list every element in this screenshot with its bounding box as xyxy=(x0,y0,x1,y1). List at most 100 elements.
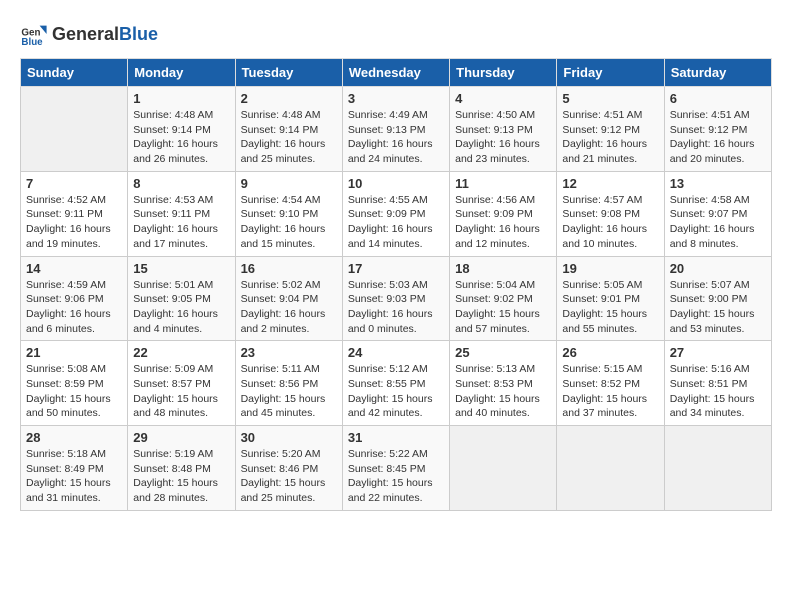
calendar-cell: 5 Sunrise: 4:51 AMSunset: 9:12 PMDaylight… xyxy=(557,87,664,172)
day-info: Sunrise: 5:15 AMSunset: 8:52 PMDaylight:… xyxy=(562,362,658,421)
day-info: Sunrise: 4:57 AMSunset: 9:08 PMDaylight:… xyxy=(562,193,658,252)
day-info: Sunrise: 5:07 AMSunset: 9:00 PMDaylight:… xyxy=(670,278,766,337)
calendar-cell: 13Sunrise: 4:58 AMSunset: 9:07 PMDayligh… xyxy=(664,171,771,256)
header-row: SundayMondayTuesdayWednesdayThursdayFrid… xyxy=(21,59,772,87)
calendar-cell: 31Sunrise: 5:22 AMSunset: 8:45 PMDayligh… xyxy=(342,426,449,511)
day-number: 21 xyxy=(26,345,122,360)
day-number: 20 xyxy=(670,261,766,276)
calendar-cell: 20 Sunrise: 5:07 AMSunset: 9:00 PMDayligh… xyxy=(664,256,771,341)
day-number: 4 xyxy=(455,91,551,106)
day-number: 1 xyxy=(133,91,229,106)
calendar-cell: 7Sunrise: 4:52 AMSunset: 9:11 PMDaylight… xyxy=(21,171,128,256)
day-info: Sunrise: 4:51 AMSunset: 9:12 PMDaylight:… xyxy=(562,108,658,167)
calendar-cell: 27Sunrise: 5:16 AMSunset: 8:51 PMDayligh… xyxy=(664,341,771,426)
day-number: 5 xyxy=(562,91,658,106)
day-info: Sunrise: 5:08 AMSunset: 8:59 PMDaylight:… xyxy=(26,362,122,421)
day-info: Sunrise: 4:58 AMSunset: 9:07 PMDaylight:… xyxy=(670,193,766,252)
day-number: 26 xyxy=(562,345,658,360)
calendar-cell: 30Sunrise: 5:20 AMSunset: 8:46 PMDayligh… xyxy=(235,426,342,511)
calendar-cell: 1 Sunrise: 4:48 AMSunset: 9:14 PMDaylight… xyxy=(128,87,235,172)
day-info: Sunrise: 4:50 AMSunset: 9:13 PMDaylight:… xyxy=(455,108,551,167)
day-info: Sunrise: 4:52 AMSunset: 9:11 PMDaylight:… xyxy=(26,193,122,252)
day-number: 18 xyxy=(455,261,551,276)
day-number: 17 xyxy=(348,261,444,276)
day-info: Sunrise: 5:09 AMSunset: 8:57 PMDaylight:… xyxy=(133,362,229,421)
day-info: Sunrise: 4:59 AMSunset: 9:06 PMDaylight:… xyxy=(26,278,122,337)
day-number: 19 xyxy=(562,261,658,276)
calendar-cell: 26 Sunrise: 5:15 AMSunset: 8:52 PMDayligh… xyxy=(557,341,664,426)
day-number: 3 xyxy=(348,91,444,106)
week-row-4: 21 Sunrise: 5:08 AMSunset: 8:59 PMDayligh… xyxy=(21,341,772,426)
column-header-sunday: Sunday xyxy=(21,59,128,87)
calendar-cell: 8Sunrise: 4:53 AMSunset: 9:11 PMDaylight… xyxy=(128,171,235,256)
day-info: Sunrise: 5:11 AMSunset: 8:56 PMDaylight:… xyxy=(241,362,337,421)
day-info: Sunrise: 4:51 AMSunset: 9:12 PMDaylight:… xyxy=(670,108,766,167)
calendar-cell: 10Sunrise: 4:55 AMSunset: 9:09 PMDayligh… xyxy=(342,171,449,256)
calendar-cell: 29 Sunrise: 5:19 AMSunset: 8:48 PMDayligh… xyxy=(128,426,235,511)
calendar-table: SundayMondayTuesdayWednesdayThursdayFrid… xyxy=(20,58,772,511)
week-row-5: 28 Sunrise: 5:18 AMSunset: 8:49 PMDayligh… xyxy=(21,426,772,511)
logo-general-text: General xyxy=(52,24,119,44)
day-info: Sunrise: 5:22 AMSunset: 8:45 PMDaylight:… xyxy=(348,447,444,506)
calendar-cell: 28 Sunrise: 5:18 AMSunset: 8:49 PMDayligh… xyxy=(21,426,128,511)
day-info: Sunrise: 4:48 AMSunset: 9:14 PMDaylight:… xyxy=(133,108,229,167)
column-header-wednesday: Wednesday xyxy=(342,59,449,87)
day-number: 9 xyxy=(241,176,337,191)
day-number: 24 xyxy=(348,345,444,360)
calendar-cell: 23 Sunrise: 5:11 AMSunset: 8:56 PMDayligh… xyxy=(235,341,342,426)
calendar-cell: 15 Sunrise: 5:01 AMSunset: 9:05 PMDayligh… xyxy=(128,256,235,341)
calendar-cell: 4 Sunrise: 4:50 AMSunset: 9:13 PMDaylight… xyxy=(450,87,557,172)
day-number: 29 xyxy=(133,430,229,445)
day-info: Sunrise: 5:02 AMSunset: 9:04 PMDaylight:… xyxy=(241,278,337,337)
day-number: 11 xyxy=(455,176,551,191)
day-info: Sunrise: 5:04 AMSunset: 9:02 PMDaylight:… xyxy=(455,278,551,337)
calendar-cell xyxy=(450,426,557,511)
svg-text:Blue: Blue xyxy=(21,37,43,48)
column-header-monday: Monday xyxy=(128,59,235,87)
day-number: 28 xyxy=(26,430,122,445)
day-info: Sunrise: 4:53 AMSunset: 9:11 PMDaylight:… xyxy=(133,193,229,252)
day-number: 23 xyxy=(241,345,337,360)
week-row-3: 14Sunrise: 4:59 AMSunset: 9:06 PMDayligh… xyxy=(21,256,772,341)
day-info: Sunrise: 5:18 AMSunset: 8:49 PMDaylight:… xyxy=(26,447,122,506)
calendar-cell: 12 Sunrise: 4:57 AMSunset: 9:08 PMDayligh… xyxy=(557,171,664,256)
week-row-1: 1 Sunrise: 4:48 AMSunset: 9:14 PMDaylight… xyxy=(21,87,772,172)
day-info: Sunrise: 5:05 AMSunset: 9:01 PMDaylight:… xyxy=(562,278,658,337)
calendar-cell: 22 Sunrise: 5:09 AMSunset: 8:57 PMDayligh… xyxy=(128,341,235,426)
day-info: Sunrise: 4:54 AMSunset: 9:10 PMDaylight:… xyxy=(241,193,337,252)
day-number: 6 xyxy=(670,91,766,106)
column-header-saturday: Saturday xyxy=(664,59,771,87)
day-info: Sunrise: 5:01 AMSunset: 9:05 PMDaylight:… xyxy=(133,278,229,337)
day-info: Sunrise: 5:03 AMSunset: 9:03 PMDaylight:… xyxy=(348,278,444,337)
calendar-cell: 11 Sunrise: 4:56 AMSunset: 9:09 PMDayligh… xyxy=(450,171,557,256)
calendar-cell: 17 Sunrise: 5:03 AMSunset: 9:03 PMDayligh… xyxy=(342,256,449,341)
day-info: Sunrise: 5:12 AMSunset: 8:55 PMDaylight:… xyxy=(348,362,444,421)
day-number: 10 xyxy=(348,176,444,191)
calendar-cell xyxy=(21,87,128,172)
day-number: 25 xyxy=(455,345,551,360)
calendar-cell xyxy=(557,426,664,511)
day-number: 16 xyxy=(241,261,337,276)
day-number: 15 xyxy=(133,261,229,276)
day-info: Sunrise: 4:48 AMSunset: 9:14 PMDaylight:… xyxy=(241,108,337,167)
day-info: Sunrise: 4:49 AMSunset: 9:13 PMDaylight:… xyxy=(348,108,444,167)
day-info: Sunrise: 5:16 AMSunset: 8:51 PMDaylight:… xyxy=(670,362,766,421)
calendar-cell: 3 Sunrise: 4:49 AMSunset: 9:13 PMDaylight… xyxy=(342,87,449,172)
day-number: 22 xyxy=(133,345,229,360)
day-info: Sunrise: 5:19 AMSunset: 8:48 PMDaylight:… xyxy=(133,447,229,506)
day-info: Sunrise: 4:56 AMSunset: 9:09 PMDaylight:… xyxy=(455,193,551,252)
calendar-cell xyxy=(664,426,771,511)
day-number: 2 xyxy=(241,91,337,106)
page-header: Gen Blue GeneralBlue xyxy=(20,20,772,48)
day-number: 12 xyxy=(562,176,658,191)
calendar-cell: 18 Sunrise: 5:04 AMSunset: 9:02 PMDayligh… xyxy=(450,256,557,341)
day-info: Sunrise: 5:13 AMSunset: 8:53 PMDaylight:… xyxy=(455,362,551,421)
column-header-thursday: Thursday xyxy=(450,59,557,87)
logo: Gen Blue GeneralBlue xyxy=(20,20,158,48)
calendar-cell: 6 Sunrise: 4:51 AMSunset: 9:12 PMDaylight… xyxy=(664,87,771,172)
calendar-cell: 19 Sunrise: 5:05 AMSunset: 9:01 PMDayligh… xyxy=(557,256,664,341)
calendar-cell: 25 Sunrise: 5:13 AMSunset: 8:53 PMDayligh… xyxy=(450,341,557,426)
week-row-2: 7Sunrise: 4:52 AMSunset: 9:11 PMDaylight… xyxy=(21,171,772,256)
calendar-header: SundayMondayTuesdayWednesdayThursdayFrid… xyxy=(21,59,772,87)
calendar-cell: 21 Sunrise: 5:08 AMSunset: 8:59 PMDayligh… xyxy=(21,341,128,426)
